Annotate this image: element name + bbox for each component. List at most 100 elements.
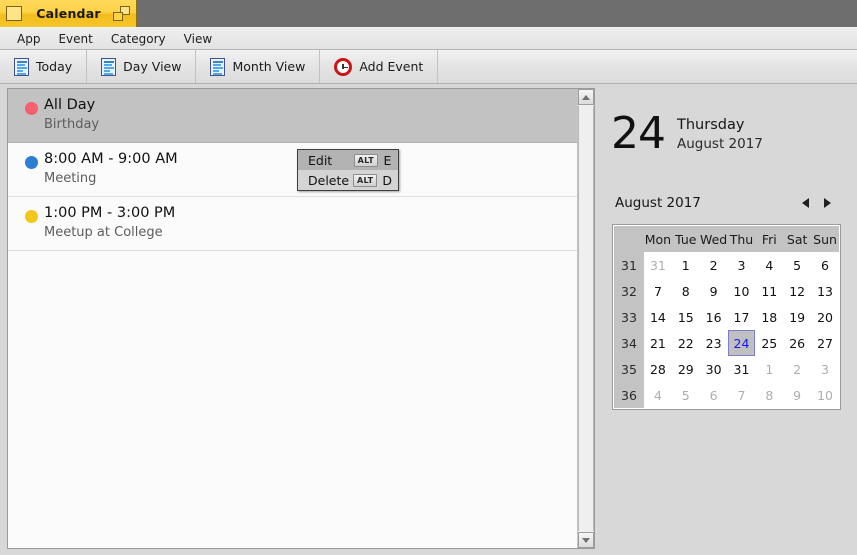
calendar-day-cell[interactable]: 27 bbox=[811, 330, 839, 356]
calendar-day-cell[interactable]: 21 bbox=[644, 330, 672, 356]
shortcut-key-letter: E bbox=[383, 152, 392, 168]
calendar-day-cell[interactable]: 5 bbox=[783, 252, 812, 278]
restore-window-icon[interactable] bbox=[113, 6, 130, 21]
calendar-day-cell[interactable]: 7 bbox=[727, 382, 756, 408]
calendar-day-cell[interactable]: 22 bbox=[671, 330, 700, 356]
scroll-up-arrow[interactable] bbox=[578, 89, 594, 105]
context-menu-item-delete-shortcut: ALT D bbox=[353, 173, 392, 188]
calendar-day-cell[interactable]: 2 bbox=[699, 252, 728, 278]
calendar-day-cell[interactable]: 15 bbox=[671, 304, 700, 330]
event-list-item-meeting[interactable]: 8:00 AM - 9:00 AM Meeting bbox=[8, 143, 577, 197]
event-time-label: All Day bbox=[44, 97, 96, 113]
calendar-day-cell[interactable]: 14 bbox=[644, 304, 672, 330]
next-month-arrow-icon[interactable] bbox=[816, 193, 838, 213]
calendar-day-cell[interactable]: 31 bbox=[644, 252, 672, 278]
calendar-day-cell[interactable]: 26 bbox=[783, 330, 812, 356]
toolbar-button-today[interactable]: Today bbox=[0, 50, 88, 83]
event-color-dot bbox=[25, 156, 38, 169]
day-header-fri: Fri bbox=[755, 226, 784, 252]
calendar-day-cell[interactable]: 6 bbox=[811, 252, 839, 278]
calendar-day-cell[interactable]: 4 bbox=[755, 252, 784, 278]
window-title: Calendar bbox=[36, 6, 101, 21]
calendar-day-cell[interactable]: 12 bbox=[783, 278, 812, 304]
day-header-mon: Mon bbox=[644, 226, 672, 252]
calendar-day-cell[interactable]: 30 bbox=[699, 356, 728, 382]
selected-month-year: August 2017 bbox=[677, 136, 763, 152]
toolbar: Today Day View Month View Add Event bbox=[0, 50, 857, 84]
calendar-day-cell[interactable]: 1 bbox=[671, 252, 700, 278]
mini-calendar-header: August 2017 bbox=[603, 192, 850, 214]
event-list-item-birthday[interactable]: All Day Birthday bbox=[8, 89, 577, 143]
calendar-day-cell[interactable]: 28 bbox=[644, 356, 672, 382]
document-icon bbox=[210, 57, 226, 76]
calendar-day-cell[interactable]: 7 bbox=[644, 278, 672, 304]
menu-item-event[interactable]: Event bbox=[49, 30, 101, 48]
document-icon bbox=[101, 57, 117, 76]
context-menu-item-delete[interactable]: Delete ALT D bbox=[298, 170, 398, 190]
title-bar: Calendar bbox=[0, 0, 857, 27]
calendar-day-cell[interactable]: 3 bbox=[727, 252, 756, 278]
calendar-day-cell[interactable]: 9 bbox=[699, 278, 728, 304]
calendar-day-cell-selected[interactable]: 24 bbox=[727, 330, 756, 356]
event-list-scrollbar[interactable] bbox=[577, 89, 594, 548]
calendar-week-row: 35 28 29 30 31 1 2 3 bbox=[614, 356, 839, 382]
calendar-day-cell[interactable]: 8 bbox=[671, 278, 700, 304]
calendar-day-cell[interactable]: 8 bbox=[755, 382, 784, 408]
calendar-day-cell[interactable]: 3 bbox=[811, 356, 839, 382]
calendar-day-cell[interactable]: 9 bbox=[783, 382, 812, 408]
shortcut-key-letter: D bbox=[382, 172, 392, 188]
calendar-day-cell[interactable]: 17 bbox=[727, 304, 756, 330]
calendar-day-cell[interactable]: 31 bbox=[727, 356, 756, 382]
window-tab-calendar[interactable]: Calendar bbox=[0, 0, 137, 27]
event-context-menu: Edit ALT E Delete ALT D bbox=[297, 149, 399, 191]
toolbar-button-today-label: Today bbox=[36, 59, 73, 74]
context-menu-item-edit[interactable]: Edit ALT E bbox=[298, 150, 398, 170]
calendar-day-cell[interactable]: 4 bbox=[644, 382, 672, 408]
day-header-sun: Sun bbox=[811, 226, 839, 252]
menu-item-app[interactable]: App bbox=[8, 30, 49, 48]
calendar-day-cell[interactable]: 20 bbox=[811, 304, 839, 330]
calendar-day-cell[interactable]: 19 bbox=[783, 304, 812, 330]
calendar-app-icon bbox=[6, 6, 22, 21]
date-detail-panel: 24 Thursday August 2017 August 2017 Mon … bbox=[603, 88, 850, 549]
calendar-day-cell[interactable]: 2 bbox=[783, 356, 812, 382]
calendar-day-cell[interactable]: 1 bbox=[755, 356, 784, 382]
clock-icon bbox=[334, 57, 353, 76]
calendar-day-cell[interactable]: 10 bbox=[727, 278, 756, 304]
toolbar-button-add-event[interactable]: Add Event bbox=[320, 50, 439, 83]
calendar-week-row: 32 7 8 9 10 11 12 13 bbox=[614, 278, 839, 304]
event-list-item-meetup[interactable]: 1:00 PM - 3:00 PM Meetup at College bbox=[8, 197, 577, 251]
prev-month-arrow-icon[interactable] bbox=[794, 193, 816, 213]
calendar-day-cell[interactable]: 10 bbox=[811, 382, 839, 408]
calendar-day-cell[interactable]: 18 bbox=[755, 304, 784, 330]
scrollbar-track[interactable] bbox=[578, 106, 594, 531]
alt-key-cap: ALT bbox=[353, 173, 378, 187]
event-color-dot bbox=[25, 102, 38, 115]
calendar-day-cell[interactable]: 6 bbox=[699, 382, 728, 408]
week-number: 35 bbox=[614, 356, 644, 382]
document-icon bbox=[14, 57, 29, 76]
context-menu-item-edit-label: Edit bbox=[308, 152, 333, 168]
scroll-down-arrow[interactable] bbox=[578, 532, 594, 548]
event-title-label: Birthday bbox=[44, 117, 100, 132]
toolbar-button-add-event-label: Add Event bbox=[359, 59, 424, 74]
application-window: App Event Category View Today Day View M… bbox=[0, 27, 857, 555]
calendar-day-cell[interactable]: 25 bbox=[755, 330, 784, 356]
calendar-week-row: 36 4 5 6 7 8 9 10 bbox=[614, 382, 839, 408]
context-menu-item-delete-label: Delete bbox=[308, 172, 350, 188]
toolbar-button-day-view[interactable]: Day View bbox=[87, 50, 197, 83]
menu-item-category[interactable]: Category bbox=[102, 30, 175, 48]
selected-date-header: 24 Thursday August 2017 bbox=[603, 88, 850, 156]
selected-weekday: Thursday bbox=[677, 117, 745, 133]
calendar-day-cell[interactable]: 23 bbox=[699, 330, 728, 356]
calendar-week-row: 34 21 22 23 24 25 26 27 bbox=[614, 330, 839, 356]
calendar-day-cell[interactable]: 5 bbox=[671, 382, 700, 408]
calendar-day-cell[interactable]: 13 bbox=[811, 278, 839, 304]
week-number: 33 bbox=[614, 304, 644, 330]
calendar-day-cell[interactable]: 16 bbox=[699, 304, 728, 330]
alt-key-cap: ALT bbox=[353, 153, 378, 167]
calendar-day-cell[interactable]: 29 bbox=[671, 356, 700, 382]
calendar-day-cell[interactable]: 11 bbox=[755, 278, 784, 304]
menu-item-view[interactable]: View bbox=[175, 30, 221, 48]
toolbar-button-month-view[interactable]: Month View bbox=[196, 50, 321, 83]
